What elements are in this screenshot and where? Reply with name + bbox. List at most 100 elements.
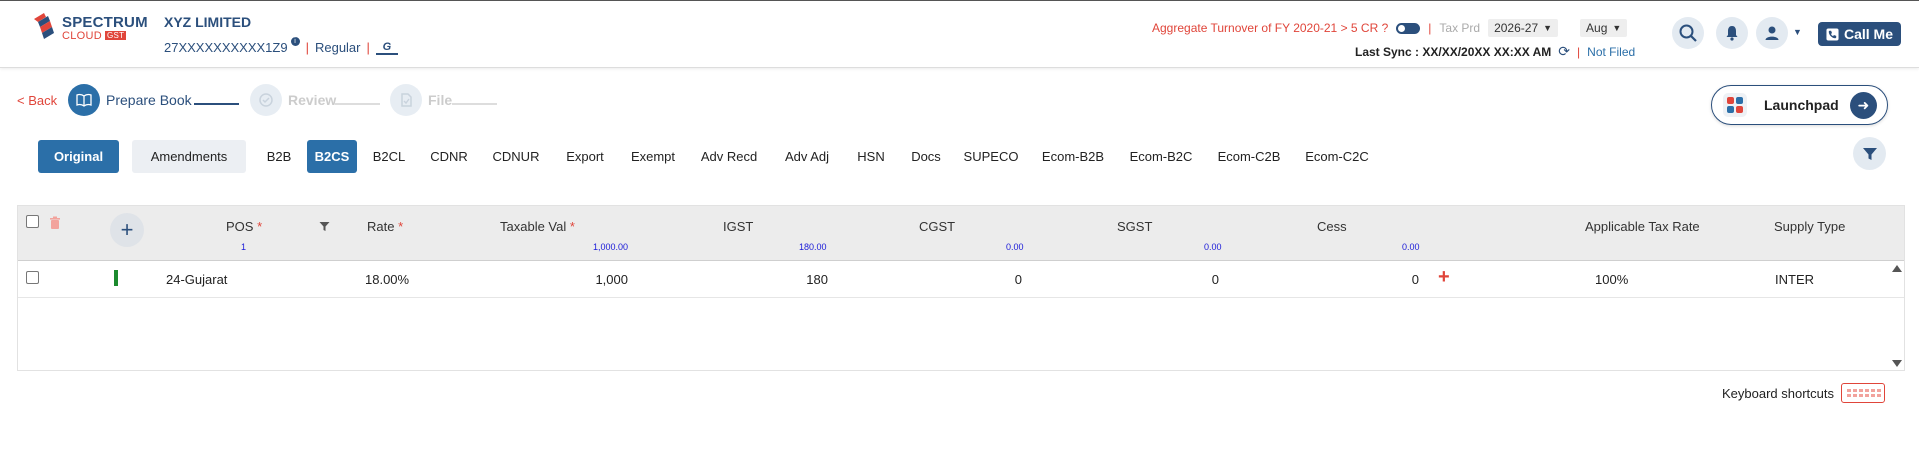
- separator: |: [305, 40, 309, 55]
- table-row[interactable]: 24-Gujarat 18.00% 1,000 180 0 0 0 + 100%…: [18, 262, 1904, 298]
- keyboard-shortcuts[interactable]: Keyboard shortcuts: [1722, 383, 1886, 403]
- info-icon[interactable]: i: [290, 37, 300, 46]
- bell-icon: [1726, 26, 1738, 41]
- back-link[interactable]: < Back: [17, 93, 57, 108]
- logo-text-spectrum: SPECTRUM: [62, 14, 148, 31]
- select-all-checkbox[interactable]: [26, 215, 39, 228]
- check-circle-icon: [250, 84, 282, 116]
- taxpayer-type: Regular: [314, 40, 361, 55]
- step-prepare-book[interactable]: Prepare Book: [68, 84, 192, 116]
- col-sgst[interactable]: SGST: [1117, 219, 1152, 234]
- total-igst: 180.00: [799, 242, 827, 252]
- chevron-down-icon[interactable]: ▼: [1793, 27, 1802, 37]
- file-icon: [390, 84, 422, 116]
- cell-cess[interactable]: 0: [1412, 272, 1419, 287]
- tab-ecom-c2c[interactable]: Ecom-C2C: [1304, 140, 1370, 173]
- refresh-icon[interactable]: ⟳: [1558, 43, 1570, 60]
- col-supply-type[interactable]: Supply Type: [1774, 219, 1845, 234]
- gstin-value: 27XXXXXXXXXX1Z9: [164, 40, 288, 55]
- col-cgst[interactable]: CGST: [919, 219, 955, 234]
- logo-gst-badge: GST: [105, 31, 127, 40]
- book-icon: [68, 84, 100, 116]
- trash-icon[interactable]: [48, 216, 62, 230]
- tab-cdnur[interactable]: CDNUR: [491, 140, 541, 173]
- year-select[interactable]: 2026-27 ▼: [1488, 19, 1559, 37]
- separator: |: [1577, 44, 1581, 59]
- cell-igst[interactable]: 180: [806, 272, 828, 287]
- col-cess[interactable]: Cess: [1317, 219, 1347, 234]
- row-checkbox[interactable]: [26, 271, 39, 284]
- filter-icon: [1862, 147, 1877, 160]
- tab-adv-recd[interactable]: Adv Recd: [700, 140, 758, 173]
- filter-button[interactable]: [1853, 137, 1886, 170]
- col-taxable-val[interactable]: Taxable Val *: [500, 219, 575, 234]
- tab-cdnr[interactable]: CDNR: [429, 140, 469, 173]
- col-applicable-tax-rate[interactable]: Applicable Tax Rate: [1585, 219, 1700, 234]
- search-icon: [1679, 24, 1697, 42]
- notifications-button[interactable]: [1716, 17, 1748, 49]
- apps-grid-icon: [1723, 93, 1747, 117]
- col-igst[interactable]: IGST: [723, 219, 753, 234]
- logo-cloud-word: CLOUD: [62, 30, 103, 42]
- user-menu-button[interactable]: [1756, 17, 1788, 49]
- cell-pos[interactable]: 24-Gujarat: [166, 272, 227, 287]
- tab-exempt[interactable]: Exempt: [628, 140, 678, 173]
- tab-ecom-b2c[interactable]: Ecom-B2C: [1128, 140, 1194, 173]
- tab-ecom-c2b[interactable]: Ecom-C2B: [1216, 140, 1282, 173]
- original-button[interactable]: Original: [38, 140, 119, 173]
- call-me-button[interactable]: Call Me: [1818, 22, 1901, 46]
- add-cess-icon[interactable]: +: [1438, 266, 1450, 289]
- cell-supply-type[interactable]: INTER: [1775, 272, 1814, 287]
- month-select[interactable]: Aug ▼: [1580, 19, 1628, 37]
- tab-docs[interactable]: Docs: [910, 140, 942, 173]
- cell-rate[interactable]: 18.00%: [365, 272, 409, 287]
- caret-down-icon: ▼: [1543, 23, 1553, 33]
- scroll-up-arrow-icon[interactable]: [1892, 265, 1902, 272]
- col-pos[interactable]: POS *: [226, 219, 262, 234]
- user-icon: [1765, 26, 1779, 40]
- aggregate-turnover-group: Aggregate Turnover of FY 2020-21 > 5 CR …: [1152, 19, 1628, 37]
- tab-export[interactable]: Export: [563, 140, 607, 173]
- tab-ecom-b2b[interactable]: Ecom-B2B: [1040, 140, 1106, 173]
- col-rate-label: Rate: [367, 219, 395, 234]
- total-sgst: 0.00: [1204, 242, 1222, 252]
- step-review[interactable]: Review: [250, 84, 336, 116]
- logo-text-cloud: CLOUD GST: [62, 30, 127, 42]
- step-label: Review: [288, 92, 337, 108]
- table-header: + POS * Rate * Taxable Val * IGST CGST S…: [18, 206, 1904, 261]
- tab-adv-adj[interactable]: Adv Adj: [782, 140, 832, 173]
- cell-sgst[interactable]: 0: [1212, 272, 1219, 287]
- gstn-portal-icon[interactable]: G: [375, 41, 398, 55]
- tab-b2cl[interactable]: B2CL: [372, 140, 406, 173]
- aggregate-turnover-toggle[interactable]: [1396, 22, 1421, 34]
- search-button[interactable]: [1672, 17, 1704, 49]
- step-connector: [194, 103, 239, 105]
- total-cess: 0.00: [1402, 242, 1420, 252]
- company-name: XYZ LIMITED: [164, 14, 252, 30]
- cell-taxable[interactable]: 1,000: [595, 272, 628, 287]
- amendments-button[interactable]: Amendments: [132, 140, 246, 173]
- tab-supeco[interactable]: SUPECO: [964, 140, 1019, 173]
- status-indicator: [114, 270, 118, 286]
- add-row-button[interactable]: +: [110, 213, 144, 247]
- call-me-label: Call Me: [1843, 26, 1893, 42]
- caret-down-icon: ▼: [1612, 23, 1622, 33]
- tab-hsn[interactable]: HSN: [856, 140, 886, 173]
- separator: |: [366, 40, 370, 55]
- total-pos: 1: [241, 242, 247, 252]
- launchpad-button[interactable]: Launchpad ➜: [1711, 85, 1888, 125]
- cell-applicable-tax-rate[interactable]: 100%: [1595, 272, 1628, 287]
- step-file[interactable]: File: [390, 84, 452, 116]
- tab-b2cs[interactable]: B2CS: [307, 140, 357, 173]
- col-rate[interactable]: Rate *: [367, 219, 403, 234]
- spectrum-logo-mark-icon: [34, 13, 54, 39]
- spectrum-logo[interactable]: SPECTRUM CLOUD GST: [34, 13, 149, 43]
- scroll-down-arrow-icon[interactable]: [1892, 360, 1902, 367]
- year-value: 2026-27: [1494, 21, 1539, 35]
- column-filter-icon[interactable]: [319, 221, 330, 232]
- top-header: SPECTRUM CLOUD GST XYZ LIMITED 27XXXXXXXX…: [0, 0, 1919, 68]
- plus-icon: +: [120, 217, 134, 242]
- cell-cgst[interactable]: 0: [1015, 272, 1022, 287]
- tab-b2b[interactable]: B2B: [264, 140, 294, 173]
- sync-status: Last Sync : XX/XX/20XX XX:XX AM ⟳ | Not …: [1355, 43, 1635, 60]
